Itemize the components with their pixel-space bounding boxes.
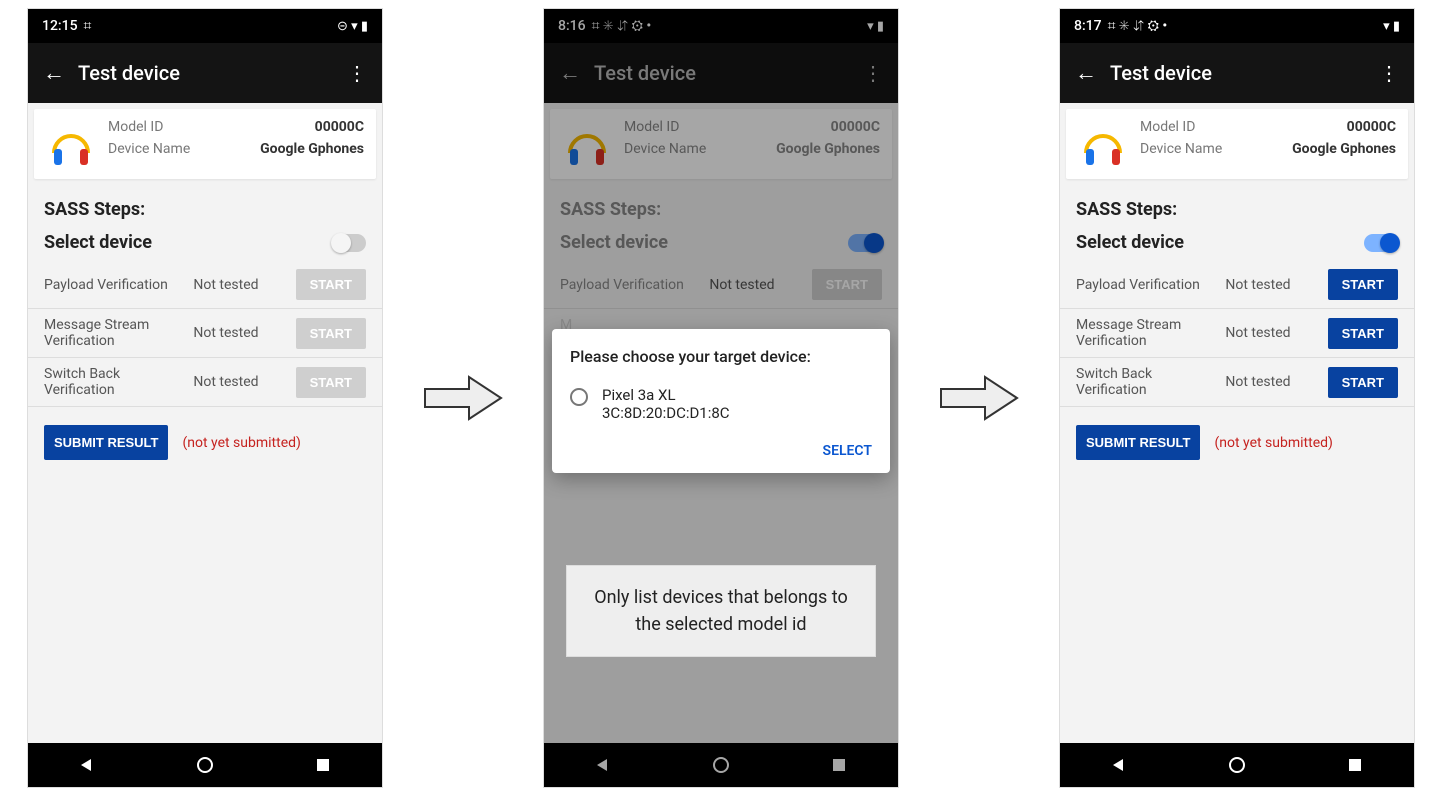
nav-back-icon[interactable] [1109,755,1129,775]
sass-steps-title: SASS Steps: [1060,185,1414,224]
arrow-right-icon [423,373,503,423]
status-time: 12:15 [42,18,78,34]
nav-home-icon[interactable] [1227,755,1247,775]
device-option[interactable]: Pixel 3a XL 3C:8D:20:DC:D1:8C [570,380,872,432]
device-option-name: Pixel 3a XL [602,386,730,404]
phone-1: 12:15 ⌗ ⊝ ▾ ▮ ← Test device ⋮ Model ID 00… [27,8,383,788]
step-name: Payload Verification [1076,277,1217,293]
step-status: Not tested [1225,325,1319,341]
step-message-stream: Message Stream Verification Not tested S… [1060,309,1414,358]
status-left-icons: ⌗ ✳ ⇵ ⚙ • [1108,18,1168,34]
status-right-icons: ⊝ ▾ ▮ [337,19,368,34]
arrow-right-icon [939,373,1019,423]
step-status: Not tested [1225,374,1319,390]
step-status: Not tested [193,325,287,341]
select-device-label: Select device [44,232,152,253]
start-button[interactable]: START [1328,269,1398,300]
nav-back-icon[interactable] [77,755,97,775]
step-status: Not tested [1225,277,1319,293]
overflow-menu-icon[interactable]: ⋮ [1374,61,1404,85]
status-time: 8:17 [1074,18,1102,34]
page-title: Test device [70,61,342,85]
step-payload-verification: Payload Verification Not tested START [1060,261,1414,309]
submit-hint: (not yet submitted) [182,435,300,451]
radio-icon[interactable] [570,388,588,406]
step-name: Switch Back Verification [44,366,185,398]
device-card: Model ID 00000C Device Name Google Gphones [1066,109,1408,179]
step-switch-back: Switch Back Verification Not tested STAR… [28,358,382,407]
annotation-caption: Only list devices that belongs to the se… [566,565,876,657]
flow-arrow [423,8,503,788]
page-title: Test device [1102,61,1374,85]
model-id-value: 00000C [1347,119,1396,135]
step-payload-verification: Payload Verification Not tested START [28,261,382,309]
submit-result-button[interactable]: SUBMIT RESULT [1076,425,1200,460]
step-status: Not tested [193,277,287,293]
start-button[interactable]: START [1328,367,1398,398]
status-left-icons: ⌗ [84,18,92,34]
step-name: Payload Verification [44,277,185,293]
back-icon[interactable]: ← [38,60,70,86]
step-name: Message Stream Verification [44,317,185,349]
device-name-label: Device Name [1140,141,1222,157]
device-option-mac: 3C:8D:20:DC:D1:8C [602,404,730,422]
model-id-value: 00000C [315,119,364,135]
step-status: Not tested [193,374,287,390]
overflow-menu-icon[interactable]: ⋮ [342,61,372,85]
device-card: Model ID 00000C Device Name Google Gphones [34,109,376,179]
sass-steps-title: SASS Steps: [28,185,382,224]
back-icon[interactable]: ← [1070,60,1102,86]
step-message-stream: Message Stream Verification Not tested S… [28,309,382,358]
status-right-icons: ▾ ▮ [1383,19,1400,34]
status-bar: 12:15 ⌗ ⊝ ▾ ▮ [28,9,382,43]
app-bar: ← Test device ⋮ [1060,43,1414,103]
phone-3: 8:17 ⌗ ✳ ⇵ ⚙ • ▾ ▮ ← Test device ⋮ Model… [1059,8,1415,788]
nav-recent-icon[interactable] [313,755,333,775]
start-button[interactable]: START [1328,318,1398,349]
content-area: Model ID 00000C Device Name Google Gphones… [1060,103,1414,743]
model-id-label: Model ID [1140,119,1195,135]
model-id-label: Model ID [108,119,163,135]
start-button: START [296,367,366,398]
app-bar: ← Test device ⋮ [28,43,382,103]
target-device-dialog: Please choose your target device: Pixel … [552,329,890,473]
select-device-toggle[interactable] [332,234,366,252]
nav-recent-icon[interactable] [1345,755,1365,775]
dialog-title: Please choose your target device: [570,347,872,366]
device-name-value: Google Gphones [260,141,364,157]
status-bar: 8:17 ⌗ ✳ ⇵ ⚙ • ▾ ▮ [1060,9,1414,43]
flow-arrow [939,8,1019,788]
device-name-label: Device Name [108,141,190,157]
nav-home-icon[interactable] [195,755,215,775]
phone-2: 8:16 ⌗ ✳ ⇵ ⚙ • ▾ ▮ ← Test device ⋮ Model… [543,8,899,788]
content-area: Model ID 00000C Device Name Google Gphones… [28,103,382,743]
step-switch-back: Switch Back Verification Not tested STAR… [1060,358,1414,407]
android-nav-bar [1060,743,1414,787]
select-device-label: Select device [1076,232,1184,253]
device-name-value: Google Gphones [1292,141,1396,157]
submit-hint: (not yet submitted) [1214,435,1332,451]
start-button: START [296,318,366,349]
select-device-toggle[interactable] [1364,234,1398,252]
headphones-icon [46,119,96,169]
submit-result-button[interactable]: SUBMIT RESULT [44,425,168,460]
headphones-icon [1078,119,1128,169]
android-nav-bar [28,743,382,787]
step-name: Message Stream Verification [1076,317,1217,349]
start-button: START [296,269,366,300]
step-name: Switch Back Verification [1076,366,1217,398]
dialog-select-button[interactable]: SELECT [823,443,872,459]
